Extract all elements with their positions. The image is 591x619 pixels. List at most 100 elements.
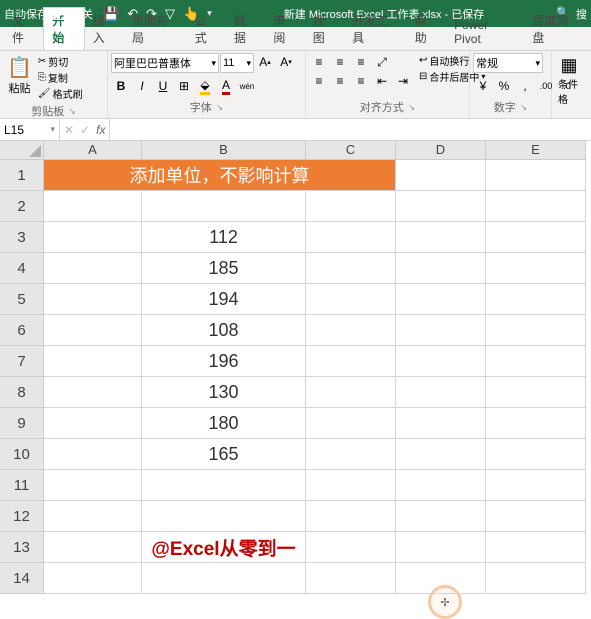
- italic-button[interactable]: I: [132, 77, 152, 95]
- cell[interactable]: [396, 470, 486, 501]
- row-header-13[interactable]: 13: [0, 532, 44, 563]
- cell[interactable]: [486, 501, 586, 532]
- row-header-1[interactable]: 1: [0, 160, 44, 191]
- cell[interactable]: [142, 470, 306, 501]
- cell[interactable]: [306, 439, 396, 470]
- align-center-button[interactable]: ≡: [330, 72, 350, 90]
- row-header-3[interactable]: 3: [0, 222, 44, 253]
- cell[interactable]: [306, 501, 396, 532]
- column-header-C[interactable]: C: [306, 141, 396, 160]
- decrease-font-button[interactable]: A▾: [276, 53, 296, 71]
- tab-文件[interactable]: 文件: [4, 8, 43, 50]
- font-color-button[interactable]: A: [216, 77, 236, 95]
- cell[interactable]: [44, 222, 142, 253]
- cell[interactable]: [142, 501, 306, 532]
- cell[interactable]: [306, 191, 396, 222]
- cell[interactable]: [142, 191, 306, 222]
- column-header-B[interactable]: B: [142, 141, 306, 160]
- cell[interactable]: [44, 191, 142, 222]
- cell[interactable]: [306, 253, 396, 284]
- row-header-11[interactable]: 11: [0, 470, 44, 501]
- dialog-launcher-icon[interactable]: ↘: [520, 102, 528, 113]
- cell[interactable]: 196: [142, 346, 306, 377]
- cell[interactable]: [486, 408, 586, 439]
- cell[interactable]: [306, 284, 396, 315]
- cell[interactable]: [396, 160, 486, 191]
- tab-页面布局[interactable]: 页面布局: [124, 8, 187, 50]
- cell[interactable]: [306, 346, 396, 377]
- cell[interactable]: 194: [142, 284, 306, 315]
- dialog-launcher-icon[interactable]: ↘: [68, 106, 76, 117]
- cell[interactable]: [396, 408, 486, 439]
- merged-header-cell[interactable]: 添加单位，不影响计算: [44, 160, 396, 191]
- cell[interactable]: [44, 315, 142, 346]
- cell[interactable]: [486, 253, 586, 284]
- copy-button[interactable]: ⎘复制: [38, 70, 83, 85]
- cell[interactable]: [486, 563, 586, 594]
- toggle-switch-icon[interactable]: [51, 8, 79, 20]
- underline-button[interactable]: U: [153, 77, 173, 95]
- tab-数据[interactable]: 数据: [226, 8, 265, 50]
- cell[interactable]: [44, 253, 142, 284]
- row-header-12[interactable]: 12: [0, 501, 44, 532]
- cell[interactable]: [396, 222, 486, 253]
- tab-百度网盘[interactable]: 百度网盘: [524, 8, 587, 50]
- cell[interactable]: 165: [142, 439, 306, 470]
- cut-button[interactable]: ✂剪切: [38, 54, 83, 69]
- cancel-icon[interactable]: ✕: [64, 123, 74, 137]
- cell[interactable]: [44, 377, 142, 408]
- cell[interactable]: [486, 377, 586, 408]
- decrease-indent-button[interactable]: ⇤: [372, 72, 392, 90]
- cell[interactable]: [306, 222, 396, 253]
- cell[interactable]: [44, 470, 142, 501]
- row-header-10[interactable]: 10: [0, 439, 44, 470]
- cell[interactable]: [44, 563, 142, 594]
- cell[interactable]: [306, 408, 396, 439]
- cell[interactable]: [396, 563, 486, 594]
- bold-button[interactable]: B: [111, 77, 131, 95]
- row-header-6[interactable]: 6: [0, 315, 44, 346]
- cell[interactable]: [306, 315, 396, 346]
- conditional-format-button[interactable]: ▦ 条件格: [555, 53, 583, 108]
- cell[interactable]: [396, 253, 486, 284]
- cell[interactable]: [486, 346, 586, 377]
- orientation-button[interactable]: ⤢: [372, 53, 392, 71]
- cell[interactable]: [396, 377, 486, 408]
- cell[interactable]: [44, 284, 142, 315]
- cell[interactable]: 185: [142, 253, 306, 284]
- cell[interactable]: 108: [142, 315, 306, 346]
- cell[interactable]: [396, 439, 486, 470]
- cell[interactable]: [396, 346, 486, 377]
- cell[interactable]: [396, 532, 486, 563]
- align-middle-button[interactable]: ≡: [330, 53, 350, 71]
- font-name-select[interactable]: 阿里巴巴普惠体▾: [111, 53, 219, 73]
- cell[interactable]: [44, 439, 142, 470]
- row-header-9[interactable]: 9: [0, 408, 44, 439]
- select-all-button[interactable]: [0, 141, 44, 160]
- cell[interactable]: [306, 377, 396, 408]
- row-header-5[interactable]: 5: [0, 284, 44, 315]
- fill-color-button[interactable]: ⬙: [195, 77, 215, 95]
- tab-公式[interactable]: 公式: [187, 8, 226, 50]
- cell[interactable]: [306, 563, 396, 594]
- cell[interactable]: [44, 532, 142, 563]
- cell[interactable]: 180: [142, 408, 306, 439]
- row-header-4[interactable]: 4: [0, 253, 44, 284]
- cell[interactable]: @Excel从零到一: [142, 532, 306, 563]
- cell[interactable]: [486, 439, 586, 470]
- cell[interactable]: [142, 563, 306, 594]
- font-size-select[interactable]: 11▾: [220, 53, 254, 73]
- cell[interactable]: [306, 532, 396, 563]
- dialog-launcher-icon[interactable]: ↘: [408, 102, 416, 113]
- tab-Power Pivot[interactable]: Power Pivot: [446, 14, 524, 50]
- tab-帮助[interactable]: 帮助: [407, 8, 446, 50]
- cell[interactable]: [486, 160, 586, 191]
- align-top-button[interactable]: ≡: [309, 53, 329, 71]
- percent-button[interactable]: %: [494, 77, 514, 95]
- align-bottom-button[interactable]: ≡: [351, 53, 371, 71]
- column-header-D[interactable]: D: [396, 141, 486, 160]
- cell[interactable]: [486, 222, 586, 253]
- cell[interactable]: [486, 284, 586, 315]
- cell[interactable]: [486, 532, 586, 563]
- cell[interactable]: [44, 408, 142, 439]
